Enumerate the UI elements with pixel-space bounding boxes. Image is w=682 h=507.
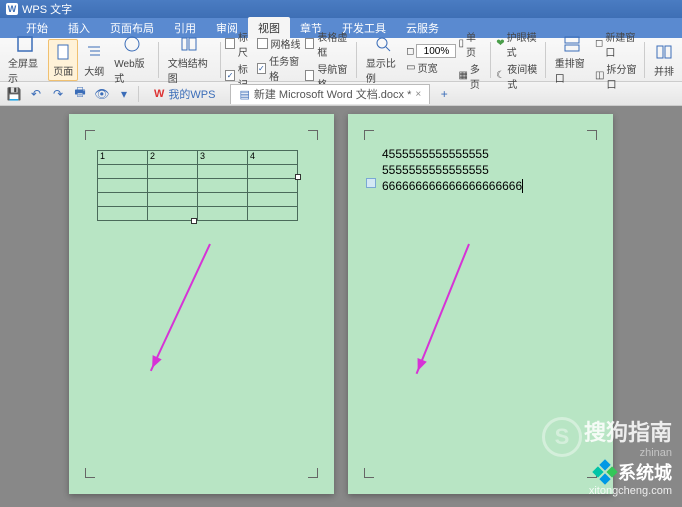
- app-logo-icon: W: [6, 3, 18, 15]
- taskpane-checkbox[interactable]: ✓: [257, 63, 267, 74]
- side-icon: [654, 42, 674, 62]
- structure-icon: [179, 34, 199, 54]
- page-icon: [53, 42, 73, 62]
- separator: [545, 42, 546, 78]
- ruler-checkbox[interactable]: [225, 38, 234, 49]
- rearrange-icon: [562, 34, 582, 54]
- wps-logo-icon: W: [154, 88, 164, 100]
- xitongcheng-logo: 系统城: [596, 459, 672, 485]
- watermark: 搜狗指南 zhinan 系统城 xitongcheng.com: [584, 415, 672, 497]
- more-icon[interactable]: ▾: [116, 86, 132, 102]
- web-icon: [122, 34, 142, 54]
- multi-page-icon: ▦: [458, 70, 467, 81]
- night-icon: ☾: [496, 70, 505, 81]
- table-resize-handle[interactable]: [295, 174, 301, 180]
- margin-corner-icon: [364, 130, 374, 140]
- margin-corner-icon: [308, 468, 318, 478]
- workspace: 1234 4555555555555555 5555555555555555 6…: [0, 106, 682, 507]
- separator: [220, 42, 221, 78]
- checkbox-group-2: 网格线 ✓任务窗格: [257, 36, 303, 83]
- outline-button[interactable]: 大纲: [80, 40, 108, 80]
- title-bar: W WPS 文字: [0, 0, 682, 18]
- markup-checkbox[interactable]: ✓: [225, 70, 234, 81]
- zoom-options: ◻ ▭页宽: [406, 44, 456, 75]
- document-table[interactable]: 1234: [97, 150, 298, 221]
- zoom-icon: [373, 34, 393, 54]
- page-view-button[interactable]: 页面: [48, 39, 78, 81]
- separator: [356, 42, 357, 78]
- ribbon: 全屏显示 页面 大纲 Web版式 文档结构图 标尺 ✓标记 网格线 ✓任务窗格 …: [0, 38, 682, 82]
- menu-insert[interactable]: 插入: [58, 17, 100, 39]
- table-resize-handle[interactable]: [191, 218, 197, 224]
- zoom-button[interactable]: 显示比例: [362, 32, 404, 87]
- undo-icon[interactable]: ↶: [28, 86, 44, 102]
- margin-corner-icon: [85, 130, 95, 140]
- document-text[interactable]: 4555555555555555 5555555555555555 666666…: [382, 146, 523, 194]
- eye-icon: ❤: [496, 38, 504, 49]
- annotation-arrow: [416, 244, 470, 375]
- percent-icon: ◻: [406, 46, 414, 57]
- margin-corner-icon: [587, 130, 597, 140]
- doc-icon: ▤: [239, 88, 249, 101]
- separator: [490, 42, 491, 78]
- separator: [644, 42, 645, 78]
- tab-my-wps[interactable]: W 我的WPS: [145, 84, 224, 104]
- add-tab-icon[interactable]: +: [436, 86, 452, 102]
- doc-structure-button[interactable]: 文档结构图: [164, 32, 215, 87]
- single-page-icon: ▯: [458, 38, 464, 49]
- fullscreen-button[interactable]: 全屏显示: [4, 32, 46, 87]
- mode-options: ❤护眼模式 ☾夜间模式: [496, 29, 540, 91]
- rearrange-button[interactable]: 重排窗口: [551, 32, 593, 87]
- page-1[interactable]: 1234: [69, 114, 334, 494]
- checkbox-group-3: 表格虚框 导航窗格: [305, 29, 351, 91]
- tab-document[interactable]: ▤ 新建 Microsoft Word 文档.docx * ×: [230, 84, 430, 104]
- margin-corner-icon: [85, 468, 95, 478]
- outline-icon: [84, 42, 104, 62]
- new-window-icon: ◻: [595, 38, 603, 49]
- paragraph-icon: [366, 178, 376, 188]
- app-name: WPS 文字: [22, 1, 72, 17]
- print-icon[interactable]: 🖶: [72, 86, 88, 102]
- redo-icon[interactable]: ↷: [50, 86, 66, 102]
- annotation-arrow: [150, 244, 211, 372]
- checkbox-group-1: 标尺 ✓标记: [225, 29, 254, 91]
- side-by-side-button[interactable]: 并排: [650, 40, 678, 80]
- save-icon[interactable]: 💾: [6, 86, 22, 102]
- text-line-with-cursor: 666666666666666666666: [382, 178, 523, 194]
- margin-corner-icon: [364, 468, 374, 478]
- print-preview-icon[interactable]: 👁: [94, 86, 110, 102]
- sogou-watermark-icon: S: [542, 417, 582, 457]
- zoom-input[interactable]: [416, 44, 456, 58]
- gridlines-checkbox[interactable]: [257, 38, 268, 49]
- nav-pane-checkbox[interactable]: [305, 70, 315, 81]
- close-tab-icon[interactable]: ×: [415, 89, 421, 100]
- fullscreen-icon: [15, 34, 35, 54]
- split-window-icon: ◫: [595, 70, 604, 81]
- web-layout-button[interactable]: Web版式: [110, 32, 153, 87]
- window-options: ◻新建窗口 ◫拆分窗口: [595, 29, 639, 91]
- table-frame-checkbox[interactable]: [305, 38, 315, 49]
- margin-corner-icon: [308, 130, 318, 140]
- diamond-icon: [592, 459, 617, 484]
- separator: [158, 42, 159, 78]
- page-options: ▯单页 ▦多页: [458, 29, 485, 91]
- pagewidth-icon: ▭: [406, 62, 415, 73]
